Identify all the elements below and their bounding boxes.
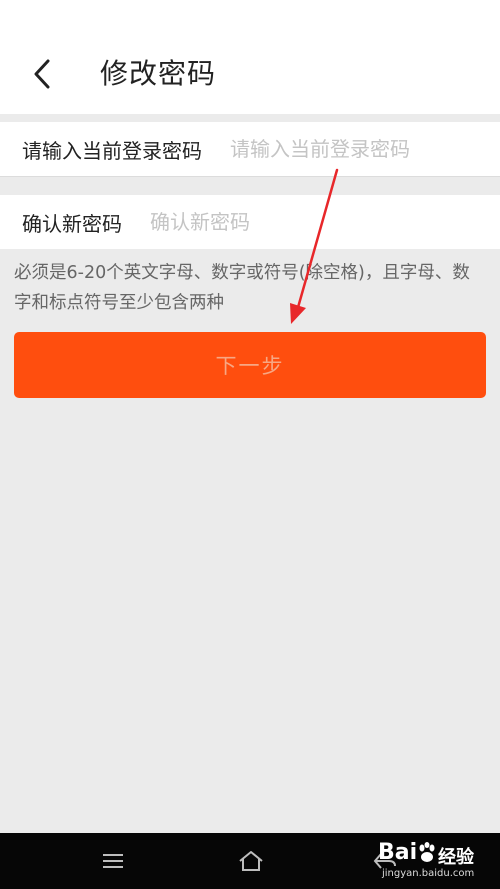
back-icon: [373, 853, 396, 869]
current-password-row: 请输入当前登录密码: [0, 122, 500, 176]
new-password-row: 确认新密码: [0, 195, 500, 249]
system-navbar: [0, 833, 500, 889]
menu-icon: [103, 854, 123, 868]
home-icon: [239, 851, 263, 871]
nav-back-button[interactable]: [360, 845, 410, 877]
page-title: 修改密码: [100, 57, 217, 90]
nav-menu-button[interactable]: [88, 845, 138, 877]
current-password-label: 请输入当前登录密码: [22, 138, 202, 163]
new-password-input[interactable]: [150, 210, 500, 234]
nav-home-button[interactable]: [226, 845, 276, 877]
back-button[interactable]: [22, 52, 62, 96]
header: 修改密码: [0, 0, 500, 114]
chevron-left-icon: [34, 59, 50, 89]
password-rule-hint: 必须是6-20个英文字母、数字或符号(除空格)，且字母、数字和标点符号至少包含两…: [14, 263, 470, 313]
next-step-button[interactable]: 下一步: [14, 332, 486, 398]
current-password-input[interactable]: [230, 137, 500, 161]
new-password-label: 确认新密码: [22, 211, 122, 236]
divider: [0, 176, 500, 177]
